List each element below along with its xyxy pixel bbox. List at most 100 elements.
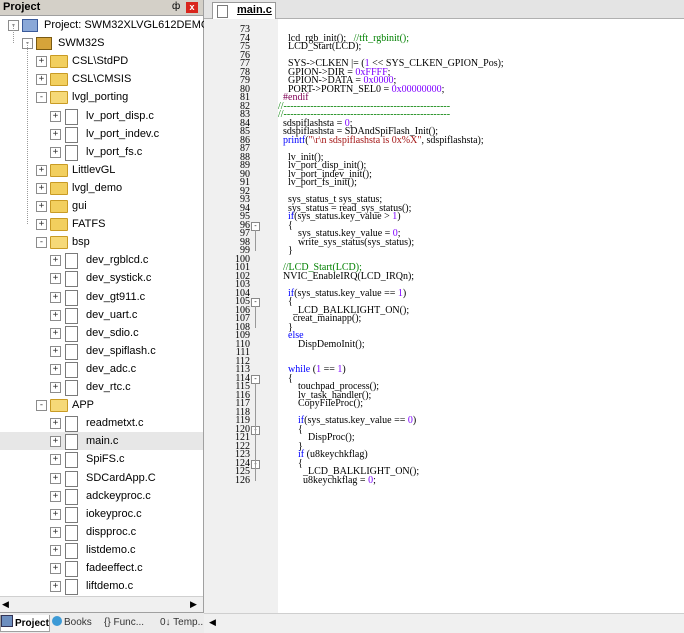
editor-tab-bar: main.c — [204, 0, 684, 19]
expand-icon[interactable]: + — [36, 219, 47, 231]
expand-icon[interactable]: + — [50, 128, 61, 140]
tree-file-lv-port-fs-c[interactable]: + lv_port_fs.c — [0, 143, 203, 161]
tree-group-gui[interactable]: + gui — [0, 197, 203, 215]
tree-group-lvgl-porting[interactable]: - lvgl_porting — [0, 88, 203, 106]
tree-file-liftdemo-c[interactable]: + liftdemo.c — [0, 577, 203, 596]
expand-icon[interactable]: + — [50, 544, 61, 556]
expand-icon[interactable]: + — [50, 382, 61, 393]
panel-bottom-tabs: Project Books {} Func... 0↓ Temp... — [0, 612, 212, 633]
expand-icon[interactable]: + — [50, 526, 61, 538]
tab-project[interactable]: Project — [0, 615, 50, 632]
expand-icon[interactable]: + — [36, 164, 47, 176]
tree-group-fatfs[interactable]: + FATFS — [0, 215, 203, 233]
project-panel-title: Project — [3, 1, 41, 13]
expand-icon[interactable]: + — [50, 327, 61, 339]
expand-icon[interactable]: + — [50, 454, 61, 466]
expand-icon[interactable]: + — [36, 56, 47, 68]
collapse-icon[interactable]: - — [36, 400, 47, 412]
tree-target[interactable]: - SWM32S — [0, 34, 203, 52]
tree-file-dev-systick-c[interactable]: + dev_systick.c — [0, 269, 203, 288]
code-line: 107 creat_mainapp(); — [204, 314, 684, 324]
tree-file-listdemo-c[interactable]: + listdemo.c — [0, 541, 203, 559]
tree-file-sdcardapp-c[interactable]: + SDCardApp.C — [0, 469, 203, 487]
tree-file-dev-rgblcd-c[interactable]: + dev_rgblcd.c — [0, 251, 203, 270]
tree-file-iokeyproc-c[interactable]: + iokeyproc.c — [0, 505, 203, 523]
expand-icon[interactable]: + — [50, 309, 61, 321]
expand-icon[interactable]: + — [50, 255, 61, 267]
tab-books-label: Books — [64, 617, 92, 628]
code-line: 96- { — [204, 220, 684, 231]
scroll-left-icon[interactable]: ◀ — [209, 617, 216, 628]
tree-project-root[interactable]: - Project: SWM32XLVGL612DEMO — [0, 16, 209, 34]
file-icon — [65, 126, 78, 143]
tree-file-readmetxt-c[interactable]: + readmetxt.c — [0, 414, 203, 433]
tree-file-dev-uart-c[interactable]: + dev_uart.c — [0, 306, 203, 324]
tree-group-bsp[interactable]: - bsp — [0, 233, 203, 251]
expand-icon[interactable]: + — [50, 291, 61, 303]
folder-icon — [50, 181, 68, 195]
tree-label: adckeyproc.c — [86, 489, 151, 502]
tree-file-lv-port-indev-c[interactable]: + lv_port_indev.c — [0, 125, 203, 143]
expand-icon[interactable]: + — [36, 182, 47, 194]
tab-main-c[interactable]: main.c — [212, 2, 276, 19]
code-line: 91 lv_port_fs_init(); — [204, 177, 684, 188]
tree-file-dev-adc-c[interactable]: + dev_adc.c — [0, 360, 203, 378]
collapse-icon[interactable]: - — [36, 92, 47, 104]
tree-group-lvgl-demo[interactable]: + lvgl_demo — [0, 179, 203, 197]
tree-file-dev-gt911-c[interactable]: + dev_gt911.c — [0, 288, 203, 306]
code-text: u8keychkflag = 0; — [278, 474, 376, 486]
code-text: lv_port_fs_init(); — [278, 177, 357, 188]
tree-group-littlevgl[interactable]: + LittlevGL — [0, 161, 203, 179]
tab-functions[interactable]: {} Func... — [104, 615, 156, 631]
expand-icon[interactable]: + — [50, 110, 61, 122]
code-line: 103 — [204, 280, 684, 290]
editor-horizontal-scrollbar[interactable]: ◀ — [204, 613, 684, 633]
code-line: 119 if(sys_status.key_value == 0) — [204, 416, 684, 426]
expand-icon[interactable]: + — [50, 563, 61, 574]
code-editor[interactable]: 73 74 lcd_rgb_init(); //tft_rgbinit(); 75 … — [204, 19, 684, 613]
project-horizontal-scrollbar[interactable]: ◀ ▶ — [0, 596, 203, 612]
code-line: 98 write_sys_status(sys_status); — [204, 237, 684, 248]
expand-icon[interactable]: + — [50, 581, 61, 593]
file-icon — [65, 579, 78, 596]
tree-group-csl-cmsis[interactable]: + CSL\CMSIS — [0, 70, 203, 88]
code-line: 108 } — [204, 322, 684, 333]
fold-guide — [255, 229, 256, 251]
tree-label: dev_uart.c — [86, 308, 138, 321]
tree-file-dispproc-c[interactable]: + dispproc.c — [0, 523, 203, 541]
expand-icon[interactable]: + — [50, 508, 61, 520]
code-line: 94 sys_status = read_sys_status(); — [204, 203, 684, 214]
expand-icon[interactable]: + — [50, 345, 61, 357]
collapse-icon[interactable]: - — [36, 237, 47, 249]
expand-icon[interactable]: + — [50, 273, 61, 285]
tree-label: LittlevGL — [72, 163, 116, 176]
expand-icon[interactable]: + — [50, 436, 61, 448]
expand-icon[interactable]: + — [36, 74, 47, 86]
expand-icon[interactable]: + — [50, 472, 61, 484]
tree-label: dev_rtc.c — [86, 381, 131, 393]
close-icon[interactable]: x — [186, 2, 198, 13]
expand-icon[interactable]: + — [36, 201, 47, 212]
expand-icon[interactable]: + — [50, 363, 61, 375]
tree-file-main-c[interactable]: + main.c — [0, 432, 203, 451]
tree-group-csl-stdpd[interactable]: + CSL\StdPD — [0, 52, 203, 70]
pin-icon[interactable]: ф — [172, 1, 180, 12]
tree-file-adckeyproc-c[interactable]: + adckeyproc.c — [0, 487, 203, 505]
code-line: 93 sys_status_t sys_status; — [204, 195, 684, 205]
expand-icon[interactable]: + — [50, 146, 61, 158]
tree-file-fadeeffect-c[interactable]: + fadeeffect.c — [0, 559, 203, 577]
tree-file-lv-port-disp-c[interactable]: + lv_port_disp.c — [0, 107, 203, 125]
tree-file-dev-spiflash-c[interactable]: + dev_spiflash.c — [0, 342, 203, 360]
expand-icon[interactable]: + — [50, 490, 61, 502]
tree-file-dev-sdio-c[interactable]: + dev_sdio.c — [0, 324, 203, 342]
code-line: 78 GPION->DIR = 0xFFFF; — [204, 67, 684, 77]
tree-file-spifs-c[interactable]: + SpiFS.c — [0, 450, 203, 469]
code-line: 118 — [204, 407, 684, 418]
tab-books[interactable]: Books — [52, 615, 98, 631]
expand-icon[interactable]: + — [50, 418, 61, 430]
tree-group-app[interactable]: - APP — [0, 396, 203, 414]
tree-file-dev-rtc-c[interactable]: + dev_rtc.c — [0, 378, 203, 396]
scroll-right-icon[interactable]: ▶ — [190, 599, 197, 610]
scroll-left-icon[interactable]: ◀ — [2, 599, 9, 610]
file-icon — [65, 524, 78, 541]
